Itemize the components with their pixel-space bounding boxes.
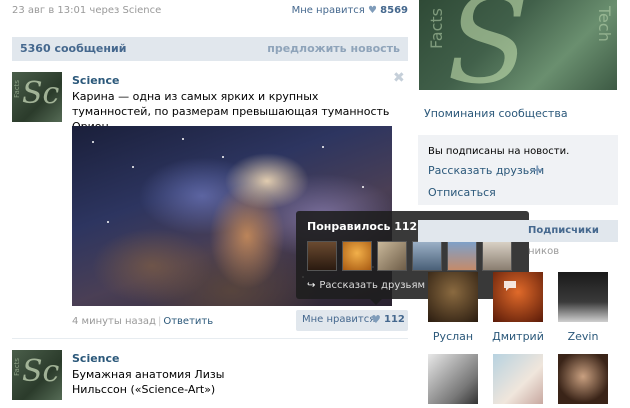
member-name[interactable]: Zevin	[553, 330, 613, 343]
close-icon[interactable]: ✖	[393, 70, 405, 86]
suggest-news-link[interactable]: предложить новость	[267, 42, 400, 55]
post-date: 23 авг в 13:01 через Science	[12, 5, 162, 16]
community-cover[interactable]: Facts S Tech	[419, 0, 617, 90]
member-name[interactable]: Дмитрий	[488, 330, 548, 343]
liker-avatar[interactable]	[377, 241, 407, 271]
member-avatar[interactable]	[428, 354, 478, 404]
unsubscribe-link[interactable]: Отписаться	[428, 186, 496, 199]
member-avatar[interactable]	[493, 354, 543, 404]
liker-avatar[interactable]	[342, 241, 372, 271]
members-subheader: ников	[418, 244, 618, 260]
heart-icon: ♥	[371, 313, 381, 326]
community-mentions-link[interactable]: Упоминания сообщества	[424, 107, 568, 120]
member-avatar[interactable]	[558, 354, 608, 404]
plus-icon[interactable]: +	[531, 161, 544, 179]
community-avatar[interactable]: Facts Sc	[12, 72, 62, 122]
wall-header: 5360 сообщений предложить новость	[12, 37, 408, 61]
heart-icon: ♥	[368, 5, 377, 16]
post-author[interactable]: Science	[72, 74, 120, 87]
members-header[interactable]: Подписчики	[418, 220, 618, 242]
like-label: Мне нравится	[291, 5, 365, 16]
tell-friends-link[interactable]: Рассказать друзьям	[428, 164, 544, 177]
member-avatar[interactable]	[428, 272, 478, 322]
share-arrow-icon: ↪	[307, 280, 316, 291]
posts-count[interactable]: 5360 сообщений	[20, 42, 126, 55]
post-text: Бумажная анатомия Лизы Нильссон («Scienc…	[72, 368, 225, 396]
like-count: 8569	[380, 5, 408, 16]
members-title: Подписчики	[528, 225, 599, 236]
member-avatar[interactable]	[493, 272, 543, 322]
post-like-button[interactable]: Мне нравится ♥ 112	[296, 310, 408, 331]
liker-avatar[interactable]	[307, 241, 337, 271]
member-avatar[interactable]	[558, 272, 608, 322]
post-author[interactable]: Science	[72, 352, 120, 365]
post-footer: 4 минуты назад | Ответить	[72, 316, 214, 327]
subscription-box: Вы подписаны на новости. Рассказать друз…	[418, 135, 618, 205]
reply-link[interactable]: Ответить	[163, 316, 213, 327]
like-label: Мне нравится	[302, 314, 376, 325]
post-time: 4 минуты назад	[72, 316, 156, 327]
tooltip-pointer	[370, 299, 382, 305]
community-avatar[interactable]: Facts Sc	[12, 350, 62, 400]
message-icon[interactable]	[503, 280, 517, 292]
members-count-text: ников	[528, 246, 560, 257]
previous-post-meta: 23 авг в 13:01 через Science Мне нравитс…	[12, 5, 408, 19]
member-name[interactable]: Руслан	[423, 330, 483, 343]
tooltip-share[interactable]: ↪ Рассказать друзьям	[307, 280, 425, 291]
subscribed-text: Вы подписаны на новости.	[428, 146, 570, 157]
like-button[interactable]: Мне нравится ♥ 8569	[292, 5, 408, 16]
post-divider	[12, 338, 408, 339]
like-count: 112	[384, 314, 405, 325]
